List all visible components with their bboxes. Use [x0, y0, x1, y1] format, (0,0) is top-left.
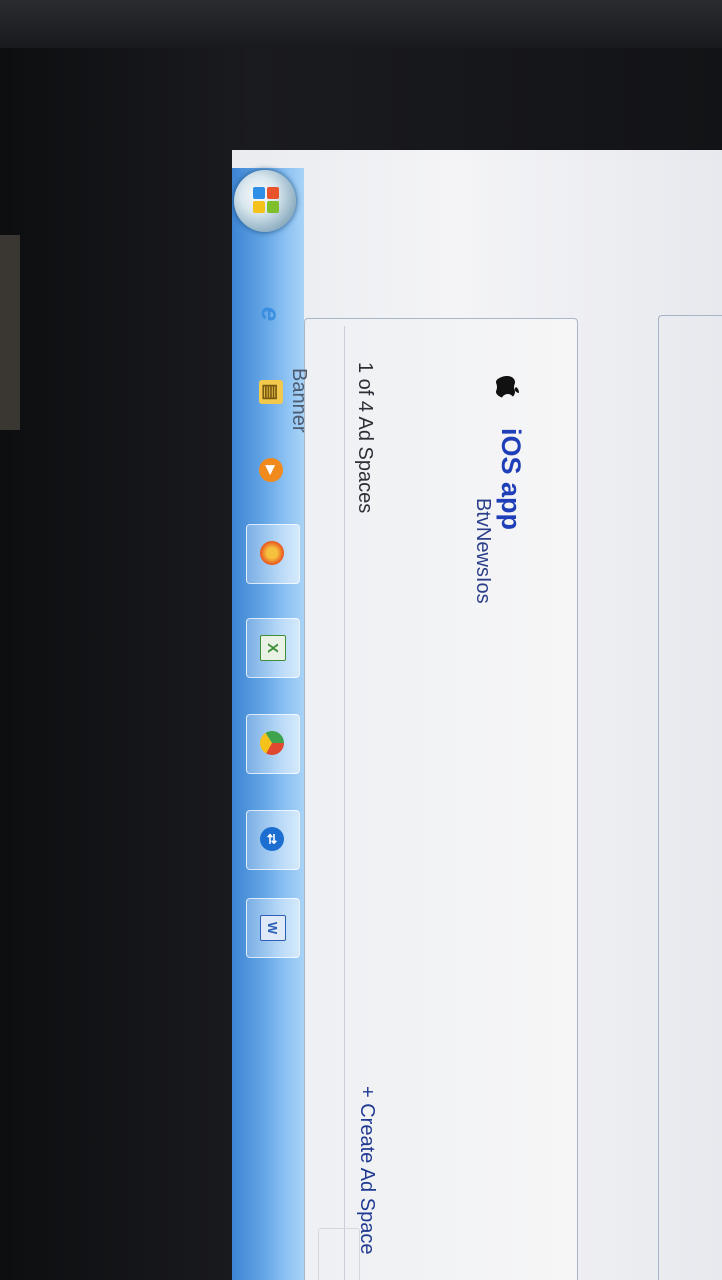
ad-space-count: 1 of 4 Ad Spaces [354, 362, 376, 514]
background-object [0, 235, 20, 430]
taskbar: e ▤ ▶ ◉ X ◎ ⇄ W [232, 168, 304, 1280]
file-explorer-icon: ▤ [259, 380, 283, 404]
taskbar-item-word[interactable]: W [246, 898, 300, 958]
monitor-top-edge [0, 0, 722, 48]
chrome-icon: ◎ [260, 731, 284, 755]
taskbar-item-internet-explorer[interactable]: e [246, 286, 298, 344]
taskbar-item-media-player[interactable]: ▶ [246, 442, 298, 500]
screen: e ▤ ▶ ◉ X ◎ ⇄ W iOS app BtvNewsIos 1 of … [232, 150, 722, 1280]
app-card [304, 318, 578, 1280]
word-icon: W [260, 915, 286, 941]
internet-explorer-icon: e [256, 306, 287, 322]
firefox-icon: ◉ [260, 541, 284, 565]
taskbar-item-excel[interactable]: X [246, 618, 300, 678]
platform-label[interactable]: iOS app [495, 428, 526, 530]
banner-tab[interactable]: Banner [287, 368, 310, 433]
media-player-icon: ▶ [259, 458, 283, 482]
start-button[interactable] [234, 170, 296, 232]
windows-logo-icon [251, 187, 279, 215]
app-name: BtvNewsIos [472, 498, 494, 604]
taskbar-item-chrome[interactable]: ◎ [246, 714, 300, 774]
taskbar-item-teamviewer[interactable]: ⇄ [246, 810, 300, 870]
card-corner-element [318, 1228, 360, 1280]
excel-icon: X [260, 635, 286, 661]
card-divider [344, 326, 345, 1280]
taskbar-item-firefox[interactable]: ◉ [246, 524, 300, 584]
apple-icon [496, 376, 519, 398]
adjacent-card [658, 315, 722, 1280]
teamviewer-icon: ⇄ [260, 827, 284, 851]
